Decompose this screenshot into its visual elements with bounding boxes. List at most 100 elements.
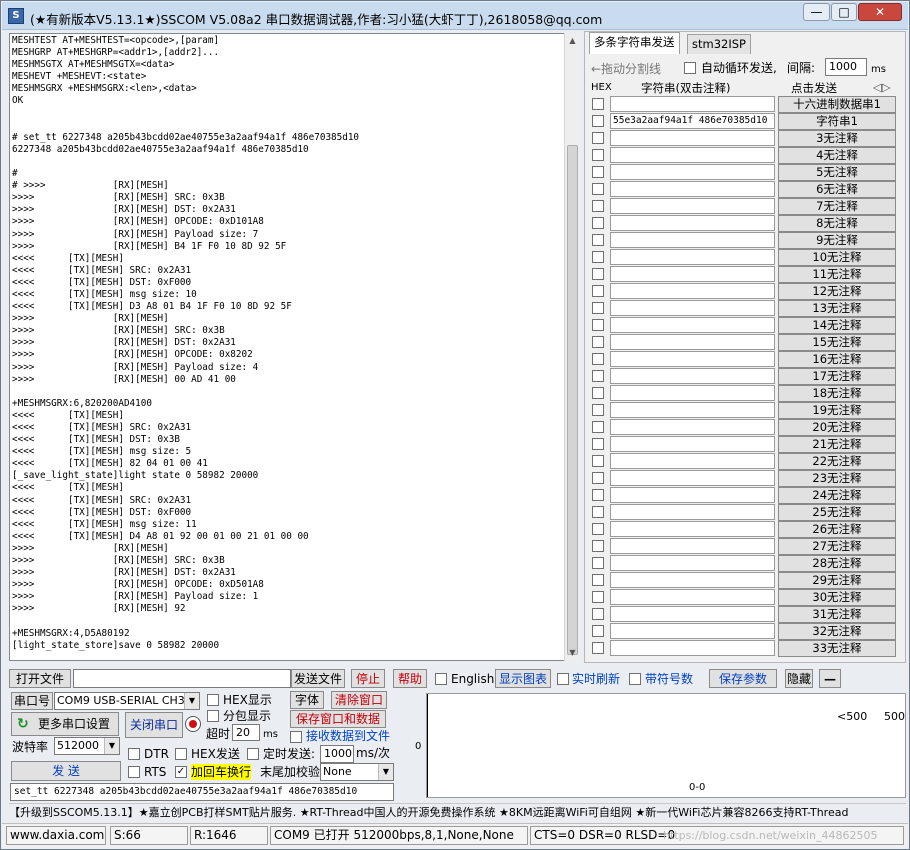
hex-row-checkbox[interactable] (592, 132, 604, 144)
baud-select[interactable]: 512000 ▼ (54, 737, 120, 755)
string-row-send-button[interactable]: 13无注释 (778, 300, 896, 317)
hex-row-checkbox[interactable] (592, 251, 604, 263)
string-row-input[interactable] (610, 147, 775, 163)
dtr-checkbox[interactable] (128, 748, 140, 760)
string-row-send-button[interactable]: 7无注释 (778, 198, 896, 215)
string-row-send-button[interactable]: 14无注释 (778, 317, 896, 334)
open-file-button[interactable]: 打开文件 (9, 669, 71, 688)
hex-row-checkbox[interactable] (592, 217, 604, 229)
add-crlf-checkbox[interactable]: ✓ (175, 766, 187, 778)
hex-row-checkbox[interactable] (592, 336, 604, 348)
string-row-send-button[interactable]: 8无注释 (778, 215, 896, 232)
string-row-send-button[interactable]: 24无注释 (778, 487, 896, 504)
more-settings-button[interactable]: ↻ 更多串口设置 (11, 712, 119, 736)
signed-number-checkbox[interactable] (629, 673, 641, 685)
close-button[interactable]: ✕ (858, 3, 902, 21)
string-row-input[interactable] (610, 623, 775, 639)
drag-divider-label[interactable]: ←拖动分割线 (591, 60, 661, 77)
string-row-send-button[interactable]: 9无注释 (778, 232, 896, 249)
hex-row-checkbox[interactable] (592, 149, 604, 161)
string-row-input[interactable] (610, 487, 775, 503)
help-button[interactable]: 帮助 (393, 669, 427, 688)
string-row-input[interactable] (610, 640, 775, 656)
string-row-input[interactable] (610, 606, 775, 622)
string-row-input[interactable] (610, 164, 775, 180)
hex-row-checkbox[interactable] (592, 387, 604, 399)
hex-row-checkbox[interactable] (592, 438, 604, 450)
file-path-input[interactable] (73, 669, 291, 688)
hex-row-checkbox[interactable] (592, 591, 604, 603)
hex-row-checkbox[interactable] (592, 370, 604, 382)
string-row-send-button[interactable]: 33无注释 (778, 640, 896, 657)
checksum-select[interactable]: None ▼ (320, 763, 394, 781)
string-row-input[interactable] (610, 402, 775, 418)
send-input[interactable]: set_tt 6227348 a205b43bcdd02ae40755e3a2a… (10, 783, 394, 801)
save-params-button[interactable]: 保存参数 (709, 669, 777, 688)
hex-row-checkbox[interactable] (592, 183, 604, 195)
string-row-input[interactable] (610, 589, 775, 605)
hide-button[interactable]: 隐藏 (785, 669, 813, 688)
hex-row-checkbox[interactable] (592, 166, 604, 178)
string-row-send-button[interactable]: 12无注释 (778, 283, 896, 300)
string-row-send-button[interactable]: 27无注释 (778, 538, 896, 555)
hex-row-checkbox[interactable] (592, 421, 604, 433)
string-row-send-button[interactable]: 6无注释 (778, 181, 896, 198)
string-row-input[interactable] (610, 300, 775, 316)
string-row-input[interactable] (610, 249, 775, 265)
string-row-input[interactable] (610, 232, 775, 248)
hex-row-checkbox[interactable] (592, 353, 604, 365)
hex-row-checkbox[interactable] (592, 319, 604, 331)
string-row-input[interactable] (610, 453, 775, 469)
string-row-input[interactable] (610, 538, 775, 554)
string-row-input[interactable] (610, 181, 775, 197)
hex-row-checkbox[interactable] (592, 506, 604, 518)
string-row-send-button[interactable]: 4无注释 (778, 147, 896, 164)
tab-multi-string[interactable]: 多条字符串发送 (589, 32, 680, 54)
close-port-button[interactable]: 关闭串口 (125, 712, 183, 738)
minimize-button[interactable]: — (803, 3, 830, 21)
tab-stm32isp[interactable]: stm32ISP (687, 34, 751, 54)
clear-window-button[interactable]: 清除窗口 (331, 691, 387, 709)
receive-log[interactable]: MESHTEST AT+MESHTEST=<opcode>,[param] ME… (9, 33, 579, 661)
rts-checkbox[interactable] (128, 766, 140, 778)
string-row-send-button[interactable]: 28无注释 (778, 555, 896, 572)
hex-row-checkbox[interactable] (592, 285, 604, 297)
scroll-up-icon[interactable]: ▲ (565, 33, 580, 49)
string-row-input[interactable]: 55e3a2aaf94a1f 486e70385d10 (610, 113, 775, 129)
hex-send-checkbox[interactable] (175, 748, 187, 760)
hex-row-checkbox[interactable] (592, 472, 604, 484)
scroll-arrows-icon[interactable]: ◁▷ (873, 80, 891, 94)
auto-loop-checkbox[interactable] (684, 62, 696, 74)
string-row-send-button[interactable]: 23无注释 (778, 470, 896, 487)
ad-banner[interactable]: 【升级到SSCOM5.13.1】★嘉立创PCB打样SMT贴片服务. ★RT-Th… (9, 803, 906, 821)
recv-to-file-checkbox[interactable] (290, 731, 302, 743)
string-row-send-button[interactable]: 32无注释 (778, 623, 896, 640)
string-row-send-button[interactable]: 31无注释 (778, 606, 896, 623)
hex-row-checkbox[interactable] (592, 302, 604, 314)
string-row-input[interactable] (610, 215, 775, 231)
string-row-input[interactable] (610, 130, 775, 146)
string-row-send-button[interactable]: 字符串1 (778, 113, 896, 130)
hex-row-checkbox[interactable] (592, 115, 604, 127)
hex-row-checkbox[interactable] (592, 540, 604, 552)
port-select[interactable]: COM9 USB-SERIAL CH340 ▼ (54, 692, 200, 710)
string-row-input[interactable] (610, 419, 775, 435)
string-row-send-button[interactable]: 22无注释 (778, 453, 896, 470)
hex-row-checkbox[interactable] (592, 642, 604, 654)
realtime-refresh-checkbox[interactable] (557, 673, 569, 685)
send-file-button[interactable]: 发送文件 (291, 669, 345, 688)
string-row-send-button[interactable]: 11无注释 (778, 266, 896, 283)
maximize-button[interactable]: □ (831, 3, 857, 21)
string-row-input[interactable] (610, 198, 775, 214)
string-row-send-button[interactable]: 30无注释 (778, 589, 896, 606)
string-row-input[interactable] (610, 317, 775, 333)
log-scrollbar[interactable]: ▲ ▼ (564, 33, 580, 661)
string-row-input[interactable] (610, 385, 775, 401)
scroll-down-icon[interactable]: ▼ (565, 645, 580, 661)
hex-row-checkbox[interactable] (592, 608, 604, 620)
string-row-input[interactable] (610, 351, 775, 367)
string-row-input[interactable] (610, 266, 775, 282)
string-row-input[interactable] (610, 555, 775, 571)
string-row-send-button[interactable]: 3无注释 (778, 130, 896, 147)
string-row-input[interactable] (610, 572, 775, 588)
